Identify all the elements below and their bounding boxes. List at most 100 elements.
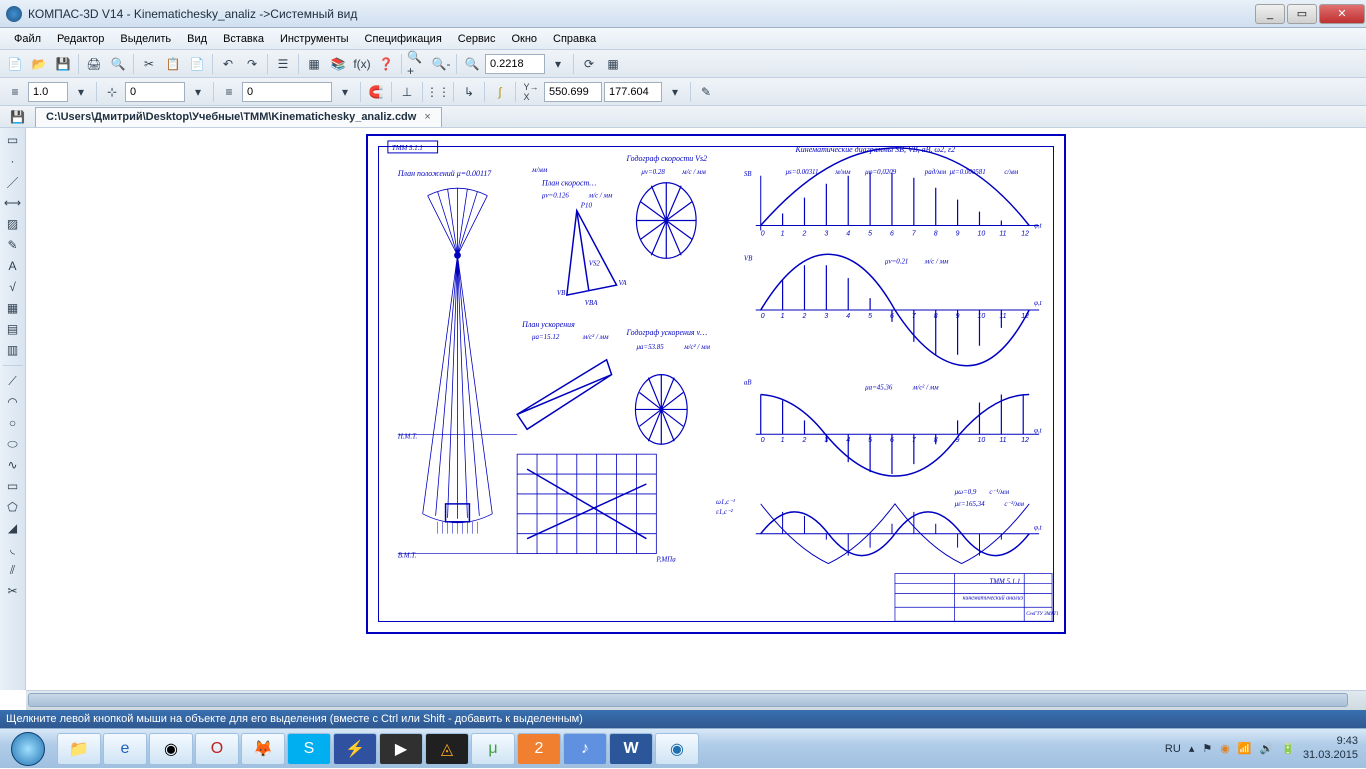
select-tool[interactable]: ▭ — [2, 130, 24, 150]
menu-insert[interactable]: Вставка — [215, 33, 272, 45]
line-tool[interactable]: ／ — [2, 172, 24, 192]
maximize-button[interactable]: ▭ — [1287, 4, 1317, 24]
linetype-button[interactable]: ≡ — [4, 81, 26, 103]
chrome-icon[interactable]: ◉ — [149, 733, 193, 765]
scrollbar-thumb[interactable] — [28, 693, 1348, 707]
kompas-task-icon[interactable]: ◉ — [655, 733, 699, 765]
text-tool[interactable]: A — [2, 256, 24, 276]
tray-volume-icon[interactable]: 🔊 — [1260, 742, 1274, 755]
menu-spec[interactable]: Спецификация — [357, 33, 450, 45]
snap1-button[interactable]: ⊹ — [101, 81, 123, 103]
canvas[interactable]: ТММ 5.1.1 План положений μ=0.00117 м/мм — [26, 128, 1366, 690]
segment-tool[interactable]: ⟋ — [2, 371, 24, 391]
offset1-dropdown[interactable]: ▾ — [187, 81, 209, 103]
linewidth-input[interactable] — [28, 82, 68, 102]
offset1-input[interactable] — [125, 82, 185, 102]
start-button[interactable] — [0, 729, 56, 769]
refresh-button[interactable]: ⟳ — [578, 53, 600, 75]
roughness-tool[interactable]: √ — [2, 277, 24, 297]
grid-button[interactable]: ⋮⋮ — [427, 81, 449, 103]
zoom-input[interactable] — [485, 54, 545, 74]
library-button[interactable]: 📚 — [327, 53, 349, 75]
grid-window-button[interactable]: ▦ — [602, 53, 624, 75]
layer-input[interactable] — [242, 82, 332, 102]
mpc-icon[interactable]: ▶ — [379, 733, 423, 765]
tray-battery-icon[interactable]: 🔋 — [1281, 742, 1295, 755]
brush-button[interactable]: ✎ — [695, 81, 717, 103]
point-tool[interactable]: · — [2, 151, 24, 171]
param-button[interactable]: ∫ — [489, 81, 511, 103]
save-button[interactable]: 💾 — [52, 53, 74, 75]
magnet-button[interactable]: 🧲 — [365, 81, 387, 103]
tray-network-icon[interactable]: 📶 — [1238, 742, 1252, 755]
music-icon[interactable]: ♪ — [563, 733, 607, 765]
explorer-icon[interactable]: 📁 — [57, 733, 101, 765]
fillet-tool[interactable]: ◟ — [2, 539, 24, 559]
spec-tool[interactable]: ▤ — [2, 319, 24, 339]
ellipse-tool[interactable]: ⬭ — [2, 434, 24, 454]
dimension-tool[interactable]: ⟷ — [2, 193, 24, 213]
layer-dropdown[interactable]: ▾ — [334, 81, 356, 103]
zoom-dropdown[interactable]: ▾ — [547, 53, 569, 75]
menu-file[interactable]: Файл — [6, 33, 49, 45]
lang-indicator[interactable]: RU — [1165, 743, 1181, 755]
lcs-button[interactable]: ↳ — [458, 81, 480, 103]
redo-button[interactable]: ↷ — [241, 53, 263, 75]
report-tool[interactable]: ▥ — [2, 340, 24, 360]
layer-button[interactable]: ≡ — [218, 81, 240, 103]
ie-icon[interactable]: e — [103, 733, 147, 765]
undo-button[interactable]: ↶ — [217, 53, 239, 75]
menu-edit[interactable]: Редактор — [49, 33, 112, 45]
tray-action-icon[interactable]: ◉ — [1220, 742, 1230, 755]
zoom-window-button[interactable]: 🔍 — [461, 53, 483, 75]
trim-tool[interactable]: ✂ — [2, 581, 24, 601]
zoom-in-button[interactable]: 🔍+ — [406, 53, 428, 75]
linewidth-dropdown[interactable]: ▾ — [70, 81, 92, 103]
new-button[interactable]: 📄 — [4, 53, 26, 75]
menu-window[interactable]: Окно — [503, 33, 545, 45]
copy-button[interactable]: 📋 — [162, 53, 184, 75]
menu-help[interactable]: Справка — [545, 33, 604, 45]
opera-icon[interactable]: O — [195, 733, 239, 765]
menu-service[interactable]: Сервис — [450, 33, 504, 45]
aimp-icon[interactable]: ◬ — [425, 733, 469, 765]
document-tab[interactable]: C:\Users\Дмитрий\Desktop\Учебные\ТММ\Kin… — [35, 107, 442, 127]
tray-up-icon[interactable]: ▴ — [1189, 742, 1195, 755]
coord-dropdown[interactable]: ▾ — [664, 81, 686, 103]
help-pointer-button[interactable]: ❓ — [375, 53, 397, 75]
chamfer-tool[interactable]: ◢ — [2, 518, 24, 538]
skype-icon[interactable]: S — [287, 733, 331, 765]
save-doc-icon[interactable]: 💾 — [10, 110, 25, 124]
tray-flag-icon[interactable]: ⚑ — [1202, 742, 1212, 755]
word-icon[interactable]: W — [609, 733, 653, 765]
fx-button[interactable]: f(x) — [351, 53, 373, 75]
close-button[interactable]: ✕ — [1319, 4, 1365, 24]
tray-clock[interactable]: 9:43 31.03.2015 — [1303, 735, 1358, 761]
spline-tool[interactable]: ∿ — [2, 455, 24, 475]
properties-button[interactable]: ☰ — [272, 53, 294, 75]
utorrent-icon[interactable]: μ — [471, 733, 515, 765]
preview-button[interactable]: 🔍 — [107, 53, 129, 75]
arc-tool[interactable]: ◠ — [2, 392, 24, 412]
rect-tool[interactable]: ▭ — [2, 476, 24, 496]
open-button[interactable]: 📂 — [28, 53, 50, 75]
zoom-out-button[interactable]: 🔍- — [430, 53, 452, 75]
hatch-tool[interactable]: ▨ — [2, 214, 24, 234]
coord-y-input[interactable] — [604, 82, 662, 102]
menu-select[interactable]: Выделить — [112, 33, 179, 45]
ortho-button[interactable]: ⊥ — [396, 81, 418, 103]
horizontal-scrollbar[interactable] — [26, 690, 1366, 710]
polygon-tool[interactable]: ⬠ — [2, 497, 24, 517]
2gis-icon[interactable]: 2 — [517, 733, 561, 765]
document-tab-close[interactable]: × — [424, 111, 430, 123]
minimize-button[interactable]: _ — [1255, 4, 1285, 24]
paste-button[interactable]: 📄 — [186, 53, 208, 75]
offset-tool[interactable]: ⫽ — [2, 560, 24, 580]
menu-tools[interactable]: Инструменты — [272, 33, 357, 45]
daemon-icon[interactable]: ⚡ — [333, 733, 377, 765]
variables-button[interactable]: ▦ — [303, 53, 325, 75]
circle-tool[interactable]: ○ — [2, 413, 24, 433]
cut-button[interactable]: ✂ — [138, 53, 160, 75]
firefox-icon[interactable]: 🦊 — [241, 733, 285, 765]
table-tool[interactable]: ▦ — [2, 298, 24, 318]
